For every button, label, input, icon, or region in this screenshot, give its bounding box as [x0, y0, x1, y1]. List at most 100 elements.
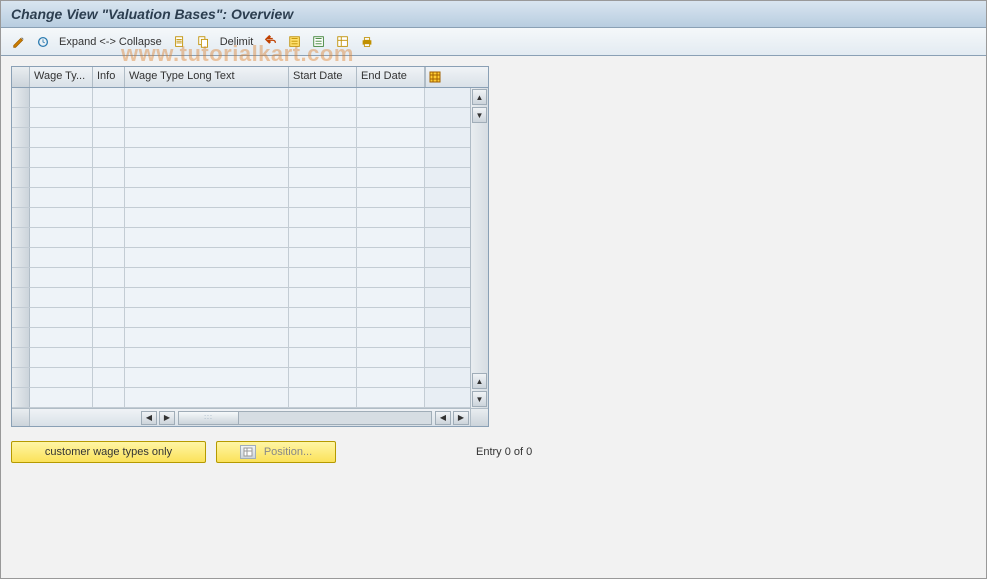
- scroll-down-icon[interactable]: ▼: [472, 107, 487, 123]
- cell-info[interactable]: [93, 248, 125, 267]
- row-selector[interactable]: [12, 388, 30, 407]
- row-selector[interactable]: [12, 148, 30, 167]
- row-selector[interactable]: [12, 128, 30, 147]
- table-row[interactable]: [12, 328, 470, 348]
- row-selector[interactable]: [12, 288, 30, 307]
- cell-end-date[interactable]: [357, 108, 425, 127]
- cell-wage-long[interactable]: [125, 208, 289, 227]
- row-selector[interactable]: [12, 208, 30, 227]
- cell-end-date[interactable]: [357, 168, 425, 187]
- table-row[interactable]: [12, 188, 470, 208]
- cell-wage-type[interactable]: [30, 288, 93, 307]
- cell-end-date[interactable]: [357, 388, 425, 407]
- cell-wage-type[interactable]: [30, 88, 93, 107]
- cell-start-date[interactable]: [289, 108, 357, 127]
- col-wage-long[interactable]: Wage Type Long Text: [125, 67, 289, 87]
- cell-wage-long[interactable]: [125, 188, 289, 207]
- cell-end-date[interactable]: [357, 368, 425, 387]
- table-row[interactable]: [12, 268, 470, 288]
- cell-wage-long[interactable]: [125, 128, 289, 147]
- cell-wage-long[interactable]: [125, 348, 289, 367]
- cell-wage-long[interactable]: [125, 388, 289, 407]
- cell-wage-long[interactable]: [125, 288, 289, 307]
- cell-info[interactable]: [93, 268, 125, 287]
- cell-start-date[interactable]: [289, 368, 357, 387]
- cell-wage-type[interactable]: [30, 388, 93, 407]
- cell-wage-type[interactable]: [30, 268, 93, 287]
- scroll-down-bottom-icon[interactable]: ▼: [472, 391, 487, 407]
- cell-start-date[interactable]: [289, 328, 357, 347]
- cell-start-date[interactable]: [289, 128, 357, 147]
- row-selector[interactable]: [12, 328, 30, 347]
- table-row[interactable]: [12, 228, 470, 248]
- vertical-scrollbar[interactable]: ▲ ▼ ▲ ▼: [470, 88, 488, 408]
- cell-wage-type[interactable]: [30, 188, 93, 207]
- row-selector[interactable]: [12, 368, 30, 387]
- cell-info[interactable]: [93, 188, 125, 207]
- cell-wage-long[interactable]: [125, 88, 289, 107]
- cell-info[interactable]: [93, 128, 125, 147]
- row-selector[interactable]: [12, 268, 30, 287]
- cell-info[interactable]: [93, 328, 125, 347]
- cell-wage-type[interactable]: [30, 368, 93, 387]
- cell-wage-long[interactable]: [125, 328, 289, 347]
- table-row[interactable]: [12, 308, 470, 328]
- cell-wage-type[interactable]: [30, 308, 93, 327]
- cell-start-date[interactable]: [289, 388, 357, 407]
- cell-end-date[interactable]: [357, 268, 425, 287]
- other-view-icon[interactable]: [33, 32, 53, 52]
- cell-start-date[interactable]: [289, 228, 357, 247]
- cell-start-date[interactable]: [289, 248, 357, 267]
- cell-wage-long[interactable]: [125, 108, 289, 127]
- cell-end-date[interactable]: [357, 308, 425, 327]
- scroll-left2-icon[interactable]: ◀: [435, 411, 451, 425]
- row-selector[interactable]: [12, 108, 30, 127]
- row-selector-header[interactable]: [12, 67, 30, 87]
- scroll-thumb[interactable]: :::: [179, 412, 239, 424]
- cell-info[interactable]: [93, 148, 125, 167]
- position-button[interactable]: Position...: [216, 441, 336, 463]
- col-info[interactable]: Info: [93, 67, 125, 87]
- print-icon[interactable]: [357, 32, 377, 52]
- cell-wage-long[interactable]: [125, 248, 289, 267]
- cell-wage-type[interactable]: [30, 108, 93, 127]
- cell-info[interactable]: [93, 108, 125, 127]
- customer-wage-types-button[interactable]: customer wage types only: [11, 441, 206, 463]
- col-start-date[interactable]: Start Date: [289, 67, 357, 87]
- table-row[interactable]: [12, 168, 470, 188]
- cell-info[interactable]: [93, 308, 125, 327]
- select-all-icon[interactable]: [285, 32, 305, 52]
- table-row[interactable]: [12, 368, 470, 388]
- cell-start-date[interactable]: [289, 148, 357, 167]
- scroll-up-icon[interactable]: ▲: [472, 89, 487, 105]
- cell-end-date[interactable]: [357, 228, 425, 247]
- cell-wage-type[interactable]: [30, 148, 93, 167]
- table-row[interactable]: [12, 388, 470, 408]
- horizontal-scrollbar[interactable]: ◀ ▶ ::: ◀ ▶: [12, 408, 488, 426]
- col-wage-type[interactable]: Wage Ty...: [30, 67, 93, 87]
- cell-end-date[interactable]: [357, 348, 425, 367]
- scroll-up-bottom-icon[interactable]: ▲: [472, 373, 487, 389]
- table-row[interactable]: [12, 348, 470, 368]
- expand-collapse-label[interactable]: Expand <-> Collapse: [59, 36, 162, 48]
- row-selector[interactable]: [12, 188, 30, 207]
- cell-info[interactable]: [93, 348, 125, 367]
- row-selector[interactable]: [12, 168, 30, 187]
- cell-end-date[interactable]: [357, 148, 425, 167]
- cell-wage-type[interactable]: [30, 208, 93, 227]
- cell-info[interactable]: [93, 168, 125, 187]
- cell-start-date[interactable]: [289, 348, 357, 367]
- cell-end-date[interactable]: [357, 328, 425, 347]
- scroll-right2-icon[interactable]: ▶: [453, 411, 469, 425]
- cell-wage-long[interactable]: [125, 148, 289, 167]
- cell-start-date[interactable]: [289, 88, 357, 107]
- cell-end-date[interactable]: [357, 248, 425, 267]
- copy-icon[interactable]: [194, 32, 214, 52]
- row-selector[interactable]: [12, 248, 30, 267]
- cell-info[interactable]: [93, 288, 125, 307]
- cell-info[interactable]: [93, 388, 125, 407]
- cell-info[interactable]: [93, 368, 125, 387]
- deselect-all-icon[interactable]: [309, 32, 329, 52]
- cell-wage-long[interactable]: [125, 268, 289, 287]
- cell-wage-long[interactable]: [125, 368, 289, 387]
